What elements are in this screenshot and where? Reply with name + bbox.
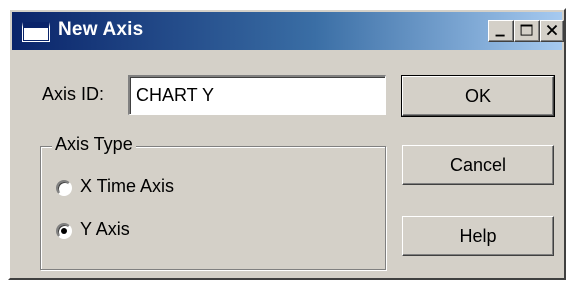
y-axis-label[interactable]: Y Axis — [80, 219, 130, 240]
ok-button-label: OK — [464, 86, 491, 106]
window-title: New Axis — [58, 19, 144, 40]
axis-type-label: Axis Type — [52, 134, 136, 155]
close-button[interactable] — [540, 20, 564, 42]
y-axis-radio[interactable] — [56, 223, 72, 239]
radio-selected-dot — [61, 228, 67, 234]
window-icon — [22, 22, 50, 42]
axis-id-input[interactable]: CHART Y — [128, 75, 386, 115]
ok-button[interactable]: OK — [401, 75, 555, 117]
axis-id-label: Axis ID: — [42, 84, 105, 104]
x-time-axis-label[interactable]: X Time Axis — [80, 176, 174, 197]
maximize-icon — [520, 24, 533, 36]
x-time-axis-radio[interactable] — [56, 180, 72, 196]
axis-id-value: CHART Y — [136, 85, 215, 105]
cancel-button[interactable]: Cancel — [402, 145, 554, 185]
minimize-button[interactable] — [488, 20, 514, 42]
cancel-button-label: Cancel — [449, 155, 507, 175]
help-button[interactable]: Help — [402, 216, 554, 256]
new-axis-dialog: New Axis Axis ID: CHART Y Axis Type X Ti… — [8, 8, 566, 280]
maximize-button[interactable] — [514, 20, 540, 42]
close-icon — [546, 24, 558, 36]
axis-type-group — [40, 146, 386, 270]
help-button-label: Help — [459, 226, 497, 246]
title-bar[interactable]: New Axis — [12, 12, 564, 50]
minimize-icon — [495, 34, 505, 37]
